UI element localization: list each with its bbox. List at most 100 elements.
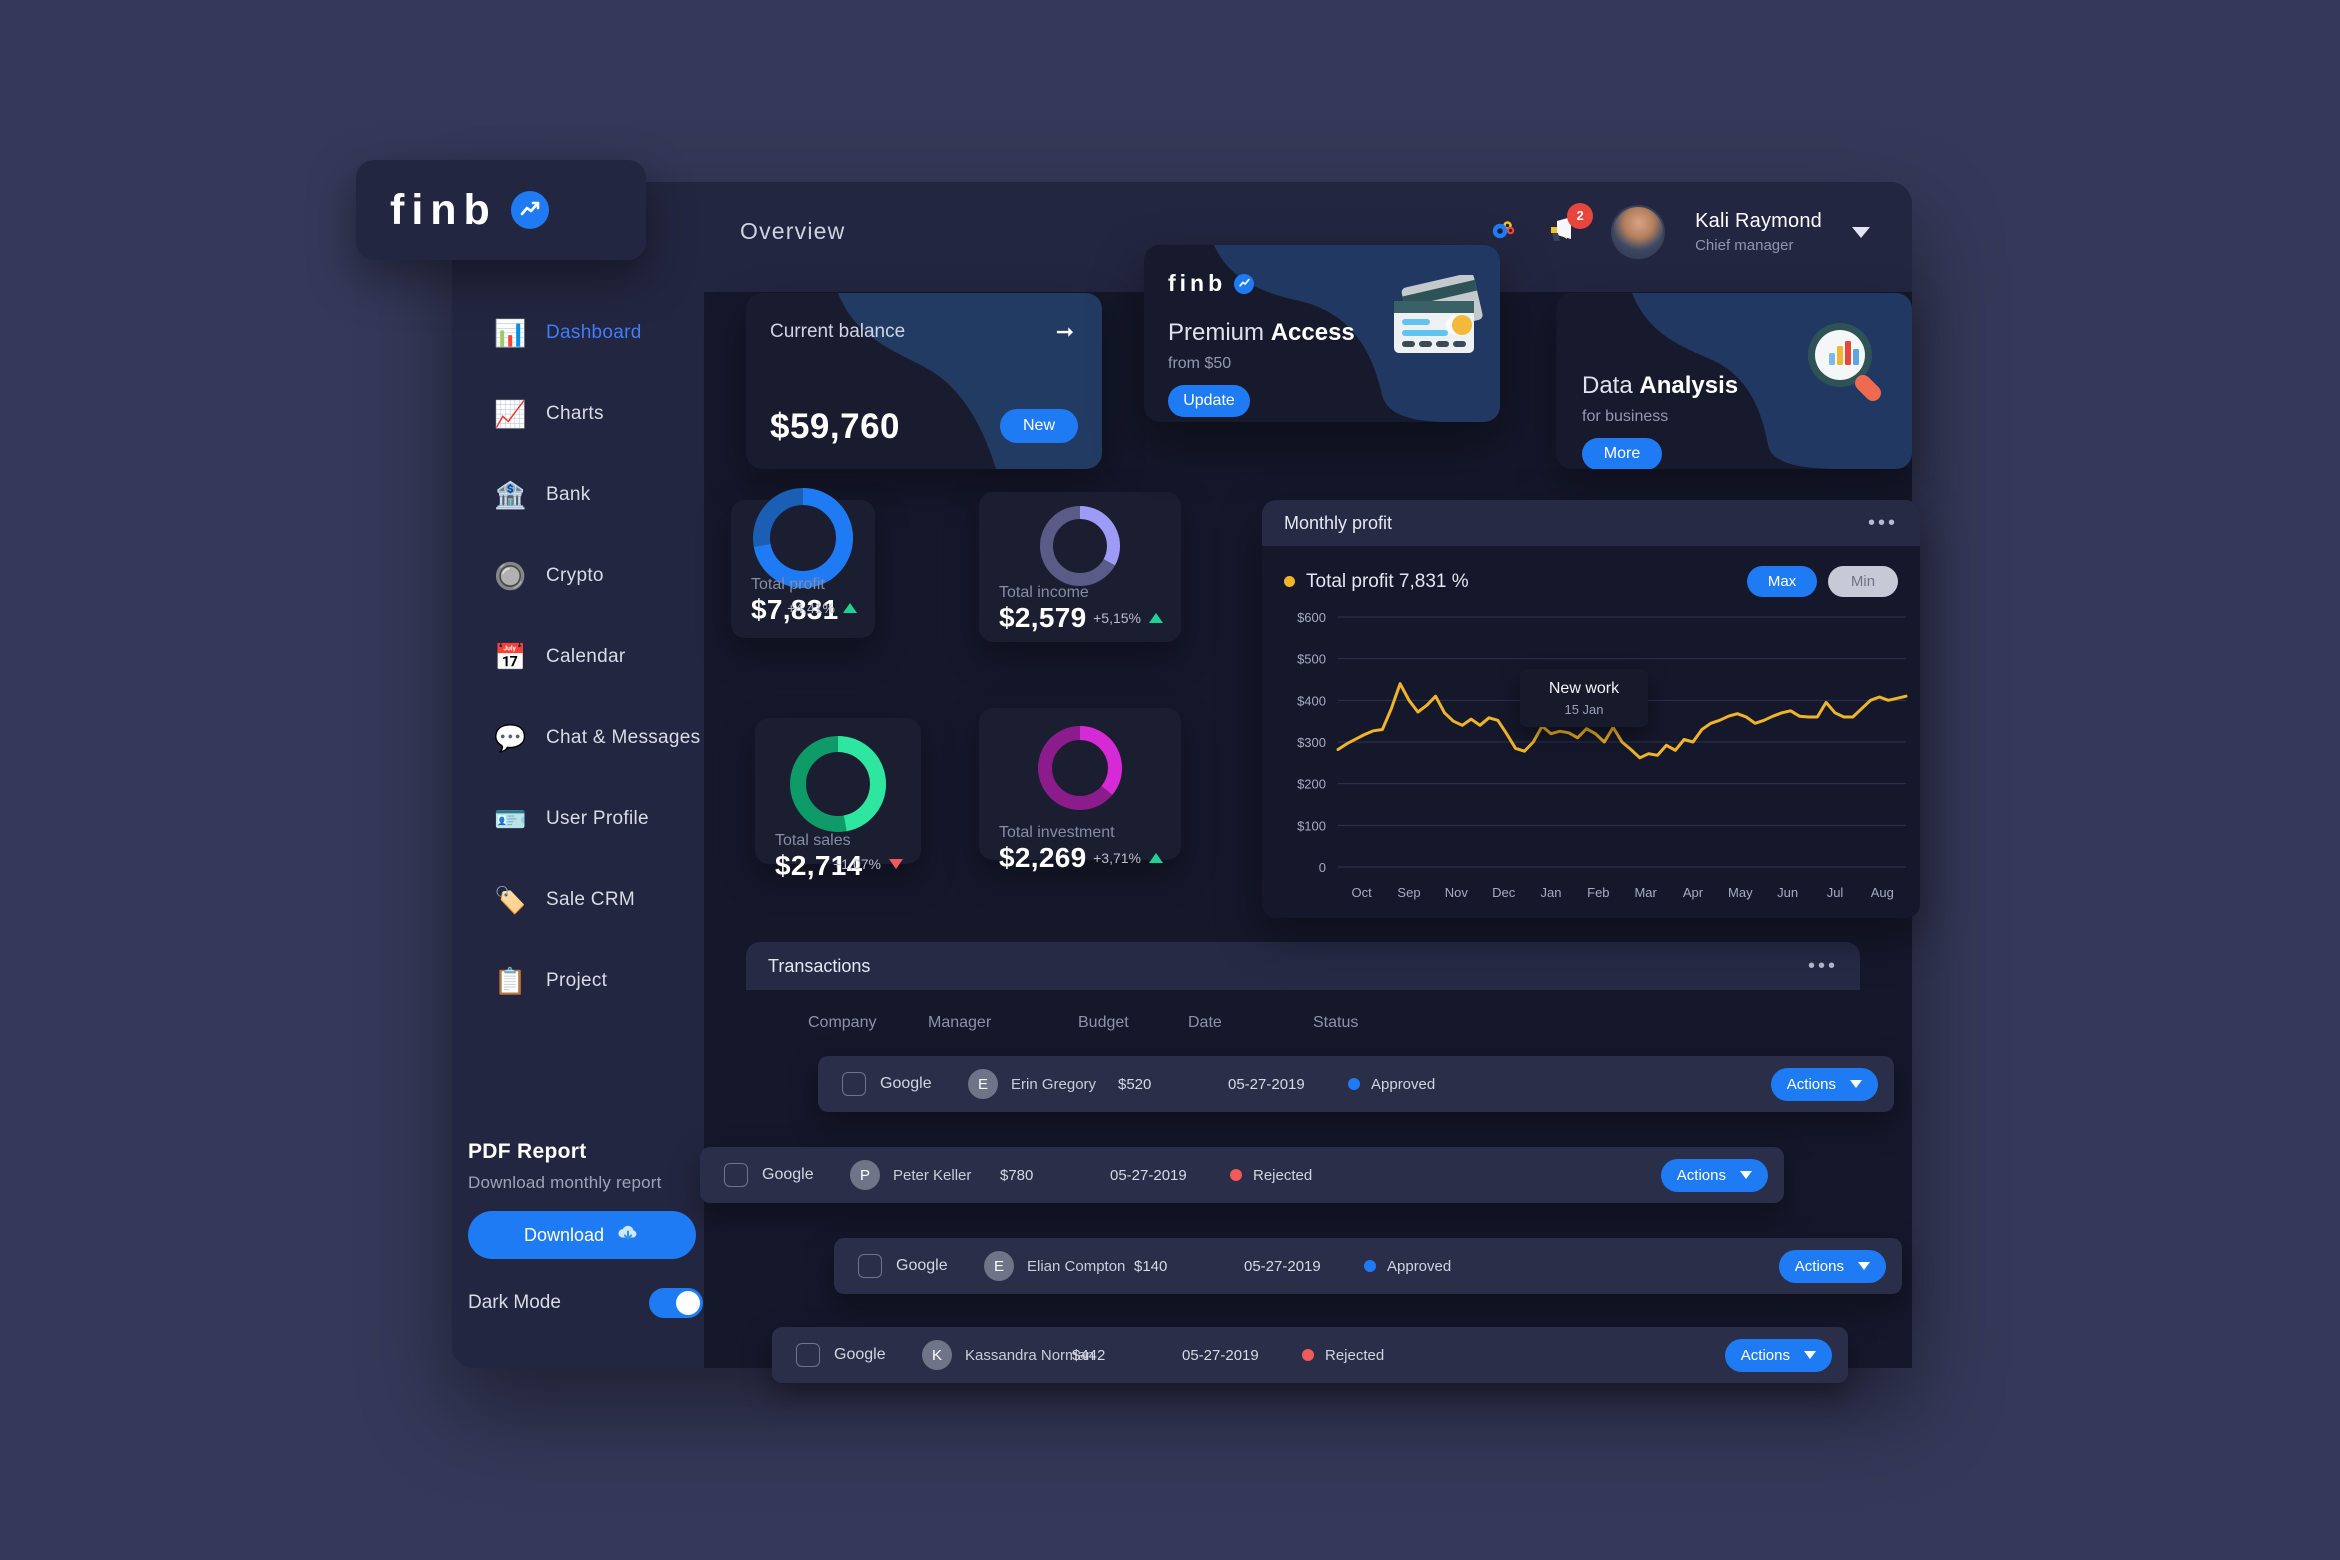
- cell-date: 05-27-2019: [1182, 1346, 1259, 1364]
- column-header-budget: Budget: [1078, 1014, 1129, 1031]
- premium-title-bold: Access: [1270, 319, 1355, 346]
- manager-avatar: E: [984, 1251, 1014, 1281]
- cell-date: 05-27-2019: [1244, 1257, 1321, 1275]
- update-button[interactable]: Update: [1168, 385, 1250, 417]
- cell-manager: E Elian Compton: [984, 1251, 1125, 1281]
- stat-card-total-profit[interactable]: Total profit $7,831 +4,41%: [731, 488, 875, 638]
- premium-card-title: Premium Access: [1168, 319, 1355, 347]
- status-dot-icon: [1302, 1349, 1314, 1361]
- gears-icon[interactable]: [1487, 216, 1517, 249]
- line-chart-svg: 0 $100 $200 $300 $400 $500 $600 Oct Sep Nov Dec Jan…: [1297, 610, 1908, 900]
- row-checkbox[interactable]: [724, 1163, 748, 1187]
- cell-date: 05-27-2019: [1110, 1166, 1187, 1184]
- actions-button[interactable]: Actions: [1778, 1249, 1886, 1283]
- svg-text:Jan: Jan: [1541, 885, 1562, 900]
- avatar[interactable]: [1611, 205, 1666, 259]
- status-badge: Approved: [1364, 1258, 1451, 1275]
- more-horizontal-icon[interactable]: •••: [1808, 955, 1838, 978]
- sidebar-item-chat-messages[interactable]: 💬 Chat & Messages: [470, 715, 710, 761]
- chart-legend-label: Total profit 7,831 %: [1306, 570, 1469, 592]
- actions-button[interactable]: Actions: [1660, 1158, 1768, 1192]
- stat-card-total-income[interactable]: Total income $2,579 +5,15%: [979, 492, 1181, 642]
- table-row[interactable]: Google P Peter Keller $780 05-27-2019 Rejecte…: [700, 1147, 1784, 1203]
- current-balance-label: Current balance: [770, 321, 906, 342]
- brand-logo[interactable]: finb: [356, 160, 646, 260]
- manager-name: Erin Gregory: [1011, 1075, 1097, 1093]
- row-checkbox[interactable]: [796, 1343, 820, 1367]
- sidebar-item-label: Sale CRM: [546, 889, 635, 910]
- new-button[interactable]: New: [1000, 409, 1078, 443]
- sidebar-item-crypto[interactable]: 🔘 Crypto: [470, 553, 710, 599]
- megaphone-icon[interactable]: 2: [1547, 202, 1594, 250]
- actions-button[interactable]: Actions: [1724, 1338, 1832, 1372]
- cell-budget: $520: [1118, 1075, 1152, 1093]
- trend-up-icon: [510, 191, 549, 229]
- transactions-header: Transactions •••: [746, 942, 1860, 990]
- header-right: 2 Kali Raymond Chief manager: [1487, 202, 1870, 259]
- svg-text:Aug: Aug: [1871, 885, 1894, 900]
- svg-text:Jun: Jun: [1777, 885, 1798, 900]
- chart-min-button[interactable]: Min: [1828, 566, 1898, 597]
- monthly-profit-header: Monthly profit •••: [1262, 500, 1920, 546]
- actions-button-label: Actions: [1740, 1346, 1790, 1364]
- status-label: Approved: [1371, 1075, 1436, 1093]
- sidebar-item-dashboard[interactable]: 📊 Dashboard: [470, 310, 710, 356]
- manager-name: Peter Keller: [893, 1166, 972, 1184]
- sidebar-item-bank[interactable]: 🏦 Bank: [470, 472, 710, 518]
- more-button[interactable]: More: [1582, 438, 1662, 469]
- svg-text:Jul: Jul: [1827, 885, 1844, 900]
- table-row[interactable]: Google E Erin Gregory $520 05-27-2019 Approve…: [818, 1056, 1894, 1112]
- sidebar-item-project[interactable]: 📋 Project: [470, 958, 710, 1004]
- status-badge: Approved: [1348, 1076, 1435, 1093]
- sidebar-item-calendar[interactable]: 📅 Calendar: [470, 634, 710, 680]
- stat-delta: +3,71%: [1093, 850, 1163, 866]
- chevron-down-icon[interactable]: [1852, 226, 1870, 238]
- cell-company: Google: [834, 1346, 886, 1363]
- premium-access-card[interactable]: finb Premium Access from $50 Update: [1144, 245, 1500, 422]
- svg-text:Nov: Nov: [1445, 885, 1469, 900]
- data-title-bold: Analysis: [1639, 372, 1739, 399]
- svg-text:Dec: Dec: [1492, 885, 1516, 900]
- cell-manager: P Peter Keller: [850, 1160, 971, 1190]
- notification-badge: 2: [1567, 202, 1594, 229]
- more-horizontal-icon[interactable]: •••: [1868, 512, 1898, 535]
- stat-card-total-investment[interactable]: Total investment $2,269 +3,71%: [979, 708, 1181, 873]
- manager-avatar: K: [922, 1340, 952, 1370]
- download-button-label: Download: [523, 1224, 605, 1245]
- actions-button-label: Actions: [1794, 1257, 1844, 1275]
- pdf-report-title: PDF Report: [468, 1140, 587, 1163]
- download-button[interactable]: Download: [468, 1211, 696, 1259]
- svg-text:$600: $600: [1297, 610, 1326, 625]
- svg-text:$500: $500: [1297, 652, 1326, 667]
- column-header-company: Company: [808, 1014, 877, 1031]
- premium-brand-name: finb: [1168, 270, 1227, 296]
- sidebar-item-label: Charts: [546, 403, 604, 424]
- sidebar-item-sale-crm[interactable]: 🏷️ Sale CRM: [470, 877, 710, 923]
- chart-max-button[interactable]: Max: [1747, 566, 1817, 597]
- calendar-icon: 📅: [494, 642, 527, 672]
- dark-mode-toggle[interactable]: [649, 1288, 703, 1318]
- presentation-chart-icon: 📊: [494, 318, 527, 348]
- bar-chart-icon: 📈: [494, 399, 527, 429]
- sidebar-item-charts[interactable]: 📈 Charts: [470, 391, 710, 437]
- sidebar-item-user-profile[interactable]: 🪪 User Profile: [470, 796, 710, 842]
- table-row[interactable]: Google E Elian Compton $140 05-27-2019 Approv…: [834, 1238, 1902, 1294]
- status-dot-icon: [1230, 1169, 1242, 1181]
- current-balance-amount: $59,760: [770, 407, 901, 446]
- svg-text:Sep: Sep: [1397, 885, 1420, 900]
- status-label: Approved: [1387, 1257, 1452, 1275]
- row-checkbox[interactable]: [858, 1254, 882, 1278]
- row-checkbox[interactable]: [842, 1072, 866, 1096]
- table-row[interactable]: Google K Kassandra Norman $442 05-27-2019 Rej…: [772, 1327, 1848, 1383]
- cell-company: Google: [762, 1166, 814, 1183]
- actions-button[interactable]: Actions: [1770, 1067, 1878, 1101]
- data-analysis-card[interactable]: Data Analysis for business More: [1556, 293, 1912, 469]
- credit-cards-icon: [1376, 273, 1486, 376]
- arrow-right-icon[interactable]: ➞: [1056, 319, 1074, 345]
- sidebar-item-label: Calendar: [546, 646, 626, 667]
- current-balance-card[interactable]: Current balance ➞ $59,760 New: [746, 293, 1102, 469]
- svg-text:Feb: Feb: [1587, 885, 1609, 900]
- column-header-status: Status: [1313, 1014, 1359, 1031]
- stat-card-total-sales[interactable]: Total sales $2,714 +1,07%: [755, 718, 921, 881]
- cell-manager: K Kassandra Norman: [922, 1340, 1094, 1370]
